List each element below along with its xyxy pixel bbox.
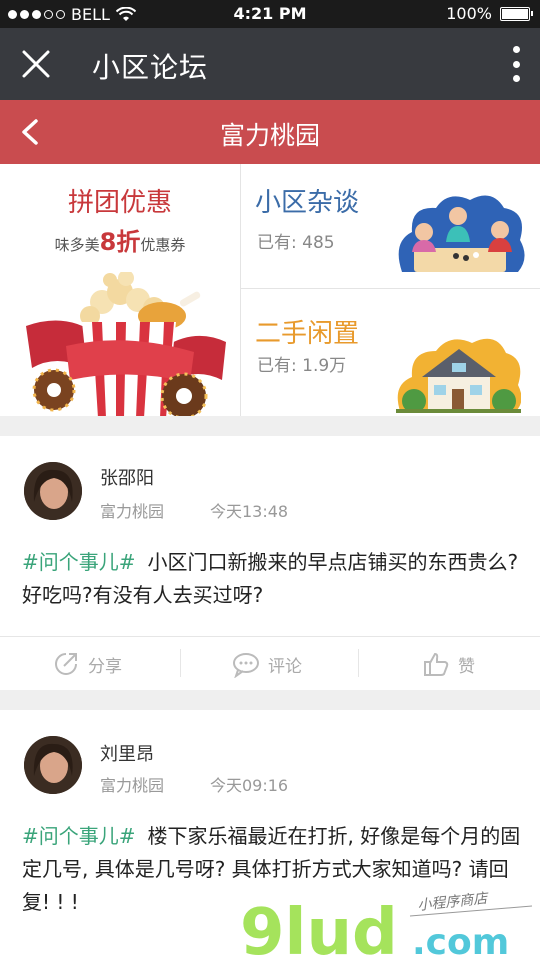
- more-options-icon[interactable]: [508, 46, 524, 82]
- community-title: 富力桃园: [219, 121, 320, 150]
- post-tag[interactable]: #问个事儿#: [22, 824, 136, 848]
- post-community: 富力桃园: [100, 776, 165, 795]
- comment-button[interactable]: 评论: [232, 637, 302, 691]
- community-header: 富力桃园: [0, 100, 540, 164]
- status-bar: BELL 4:21 PM 100%: [0, 0, 540, 28]
- battery-icon: [500, 6, 533, 21]
- thumbs-up-icon: [424, 652, 449, 676]
- user-photo-icon: [24, 736, 82, 794]
- site-watermark: 9lud .com 小程序商店: [240, 891, 533, 960]
- secondhand-title: 二手闲置: [255, 319, 360, 349]
- promo-grid: 拼团优惠 味多美8折优惠券 小区杂谈 已有: 485 二手闲置 已有: 1.9万: [0, 164, 540, 418]
- group-buy-subtitle: 味多美8折优惠券: [54, 228, 186, 256]
- chat-card[interactable]: 小区杂谈 已有: 485: [241, 164, 540, 288]
- post-card[interactable]: 张邵阳 富力桃园 今天13:48 #问个事儿# 小区门口新搬来的早点店铺买的东西贵…: [0, 436, 540, 690]
- battery-percent: 100%: [446, 4, 492, 23]
- group-buy-title: 拼团优惠: [67, 188, 172, 218]
- group-buy-card[interactable]: 拼团优惠 味多美8折优惠券: [0, 164, 240, 418]
- close-icon[interactable]: [18, 46, 54, 82]
- secondhand-count: 已有: 1.9万: [257, 356, 347, 376]
- watermark-main: 9lud: [240, 896, 398, 960]
- post-tag[interactable]: #问个事儿#: [22, 550, 136, 574]
- post-author[interactable]: 张邵阳: [100, 464, 154, 490]
- discount-highlight: 8折: [99, 228, 141, 256]
- secondhand-card[interactable]: 二手闲置 已有: 1.9万: [241, 289, 540, 413]
- user-photo-icon: [24, 462, 82, 520]
- post-time: 今天13:48: [210, 502, 289, 521]
- app-title: 小区论坛: [92, 51, 209, 84]
- share-button[interactable]: 分享: [52, 637, 122, 691]
- comment-icon: [233, 653, 259, 678]
- popcorn-illustration: [26, 272, 226, 418]
- house-illustration: [396, 338, 521, 413]
- avatar[interactable]: [24, 462, 82, 520]
- post-community: 富力桃园: [100, 502, 165, 521]
- like-button[interactable]: 赞: [422, 637, 475, 691]
- post-content[interactable]: #问个事儿# 小区门口新搬来的早点店铺买的东西贵么? 好吃吗?有没有人去买过呀?: [22, 546, 522, 612]
- chat-title: 小区杂谈: [255, 188, 360, 218]
- post-time: 今天09:16: [210, 776, 289, 795]
- post-author[interactable]: 刘里昂: [100, 740, 154, 766]
- post-actions: 分享 评论 赞: [0, 636, 540, 690]
- watermark-suffix: .com: [412, 922, 509, 960]
- share-icon: [55, 653, 77, 675]
- avatar[interactable]: [24, 736, 82, 794]
- neighbors-chatting-illustration: [398, 195, 525, 272]
- chat-count: 已有: 485: [257, 233, 335, 253]
- app-bar: 小区论坛: [0, 28, 540, 100]
